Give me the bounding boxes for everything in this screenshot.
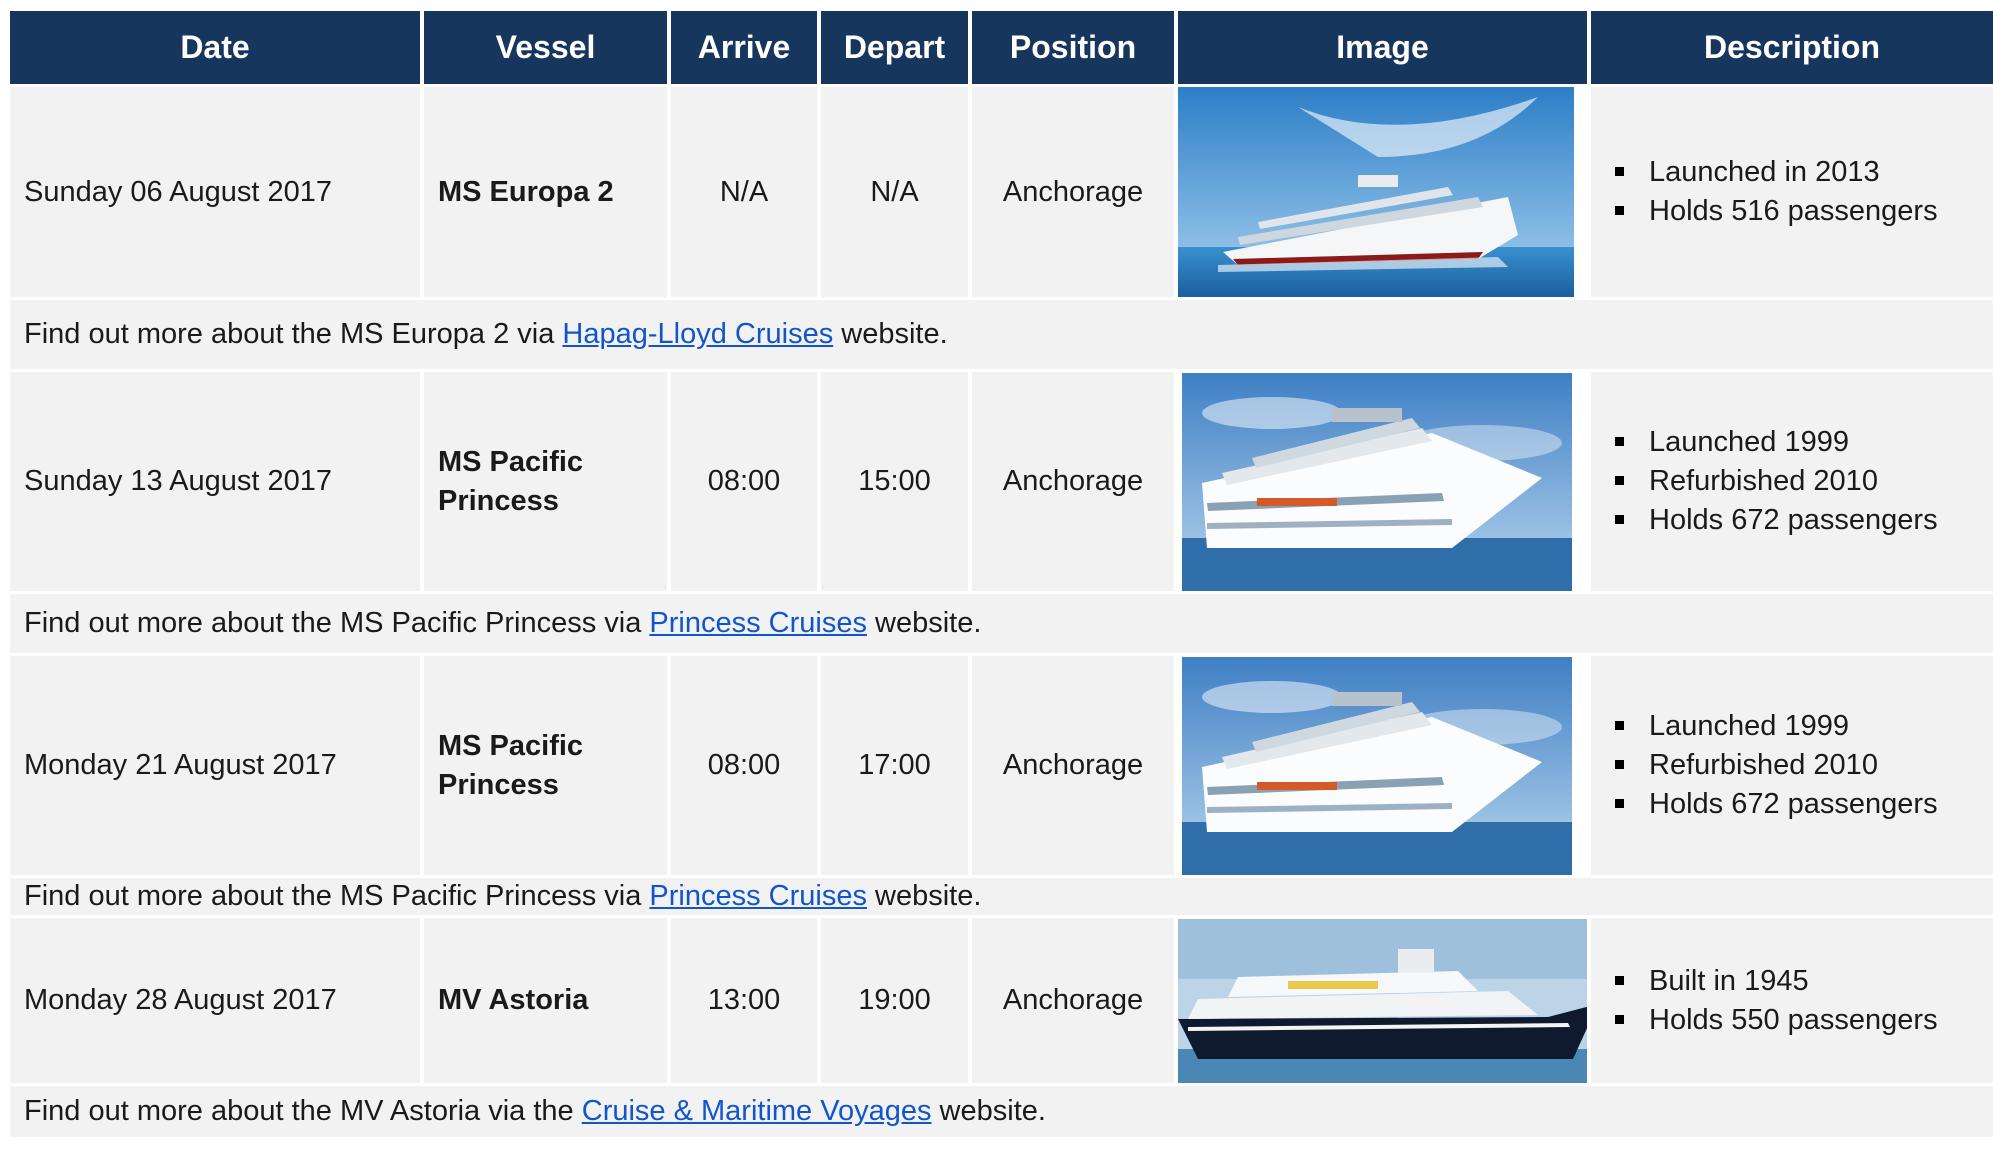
position-cell: Anchorage xyxy=(972,653,1178,875)
vessel-cell: MV Astoria xyxy=(424,915,671,1083)
header-date: Date xyxy=(10,11,424,84)
description-list: Launched 1999 Refurbished 2010 Holds 672… xyxy=(1603,707,1993,824)
header-description: Description xyxy=(1591,11,1993,84)
note-row: Find out more about the MS Pacific Princ… xyxy=(10,875,1993,915)
description-list: Launched 1999 Refurbished 2010 Holds 672… xyxy=(1603,423,1993,540)
princess-cruises-link[interactable]: Princess Cruises xyxy=(649,880,867,912)
ship-photo-astoria xyxy=(1178,918,1587,1083)
note-row: Find out more about the MS Pacific Princ… xyxy=(10,591,1993,653)
list-item: Launched 1999 xyxy=(1603,423,1993,462)
image-cell xyxy=(1178,84,1591,297)
list-item: Built in 1945 xyxy=(1603,962,1993,1001)
note-text-end: website. xyxy=(866,880,982,912)
description-list: Launched in 2013 Holds 516 passengers xyxy=(1603,153,1993,231)
list-item: Launched 1999 xyxy=(1603,707,1993,746)
list-item: Holds 672 passengers xyxy=(1603,785,1993,824)
depart-cell: 17:00 xyxy=(821,653,972,875)
depart-cell: 19:00 xyxy=(821,915,972,1083)
description-cell: Built in 1945 Holds 550 passengers xyxy=(1591,915,1993,1083)
cruise-schedule-table: Date Vessel Arrive Depart Position Image… xyxy=(10,11,1993,1137)
image-cell xyxy=(1178,915,1591,1083)
list-item: Holds 516 passengers xyxy=(1603,192,1993,231)
ship-photo-europa2 xyxy=(1178,87,1587,297)
princess-cruises-link[interactable]: Princess Cruises xyxy=(649,607,867,639)
vessel-cell: MS Europa 2 xyxy=(424,84,671,297)
note-text-end: website. xyxy=(866,607,982,639)
note-cell: Find out more about the MS Europa 2 via … xyxy=(10,297,1993,369)
table-row: Monday 28 August 2017 MV Astoria 13:00 1… xyxy=(10,915,1993,1083)
arrive-cell: 13:00 xyxy=(671,915,821,1083)
list-item: Refurbished 2010 xyxy=(1603,462,1993,501)
date-cell: Sunday 13 August 2017 xyxy=(10,369,424,591)
note-text: Find out more about the MS Europa 2 via xyxy=(24,318,563,350)
arrive-cell: 08:00 xyxy=(671,653,821,875)
depart-cell: N/A xyxy=(821,84,972,297)
description-cell: Launched in 2013 Holds 516 passengers xyxy=(1591,84,1993,297)
header-arrive: Arrive xyxy=(671,11,821,84)
header-position: Position xyxy=(972,11,1178,84)
note-text: Find out more about the MS Pacific Princ… xyxy=(24,880,650,912)
table-row: Sunday 13 August 2017 MS Pacific Princes… xyxy=(10,369,1993,591)
list-item: Refurbished 2010 xyxy=(1603,746,1993,785)
vessel-cell: MS Pacific Princess xyxy=(424,653,671,875)
arrive-cell: 08:00 xyxy=(671,369,821,591)
image-cell xyxy=(1178,369,1591,591)
position-cell: Anchorage xyxy=(972,84,1178,297)
vessel-name-line1: MS Europa 2 xyxy=(438,175,614,208)
header-row: Date Vessel Arrive Depart Position Image… xyxy=(10,11,1993,84)
ship-photo-pacific-princess xyxy=(1178,372,1587,591)
table-row: Sunday 06 August 2017 MS Europa 2 N/A N/… xyxy=(10,84,1993,297)
image-cell xyxy=(1178,653,1591,875)
list-item: Holds 550 passengers xyxy=(1603,1001,1993,1040)
note-row: Find out more about the MS Europa 2 via … xyxy=(10,297,1993,369)
date-cell: Sunday 06 August 2017 xyxy=(10,84,424,297)
list-item: Launched in 2013 xyxy=(1603,153,1993,192)
position-cell: Anchorage xyxy=(972,369,1178,591)
hapag-lloyd-link[interactable]: Hapag-Lloyd Cruises xyxy=(562,318,833,350)
depart-cell: 15:00 xyxy=(821,369,972,591)
vessel-name-line1: MS Pacific xyxy=(438,729,584,762)
table-row: Monday 21 August 2017 MS Pacific Princes… xyxy=(10,653,1993,875)
vessel-cell: MS Pacific Princess xyxy=(424,369,671,591)
note-cell: Find out more about the MV Astoria via t… xyxy=(10,1083,1993,1137)
header-vessel: Vessel xyxy=(424,11,671,84)
description-cell: Launched 1999 Refurbished 2010 Holds 672… xyxy=(1591,369,1993,591)
cruise-maritime-voyages-link[interactable]: Cruise & Maritime Voyages xyxy=(582,1095,932,1127)
note-cell: Find out more about the MS Pacific Princ… xyxy=(10,591,1993,653)
note-text: Find out more about the MV Astoria via t… xyxy=(24,1095,582,1127)
note-text-end: website. xyxy=(833,318,948,350)
note-cell: Find out more about the MS Pacific Princ… xyxy=(10,875,1993,915)
header-image: Image xyxy=(1178,11,1591,84)
ship-photo-pacific-princess xyxy=(1178,656,1587,875)
note-row: Find out more about the MV Astoria via t… xyxy=(10,1083,1993,1137)
note-text: Find out more about the MS Pacific Princ… xyxy=(24,607,650,639)
header-depart: Depart xyxy=(821,11,972,84)
vessel-name-line1: MV Astoria xyxy=(438,984,589,1016)
description-cell: Launched 1999 Refurbished 2010 Holds 672… xyxy=(1591,653,1993,875)
vessel-name-line2: Princess xyxy=(438,484,559,517)
vessel-name-line1: MS Pacific xyxy=(438,445,584,478)
note-text-end: website. xyxy=(931,1095,1046,1127)
list-item: Holds 672 passengers xyxy=(1603,501,1993,540)
arrive-cell: N/A xyxy=(671,84,821,297)
position-cell: Anchorage xyxy=(972,915,1178,1083)
description-list: Built in 1945 Holds 550 passengers xyxy=(1603,962,1993,1040)
vessel-name-line2: Princess xyxy=(438,768,559,801)
date-cell: Monday 21 August 2017 xyxy=(10,653,424,875)
date-cell: Monday 28 August 2017 xyxy=(10,915,424,1083)
